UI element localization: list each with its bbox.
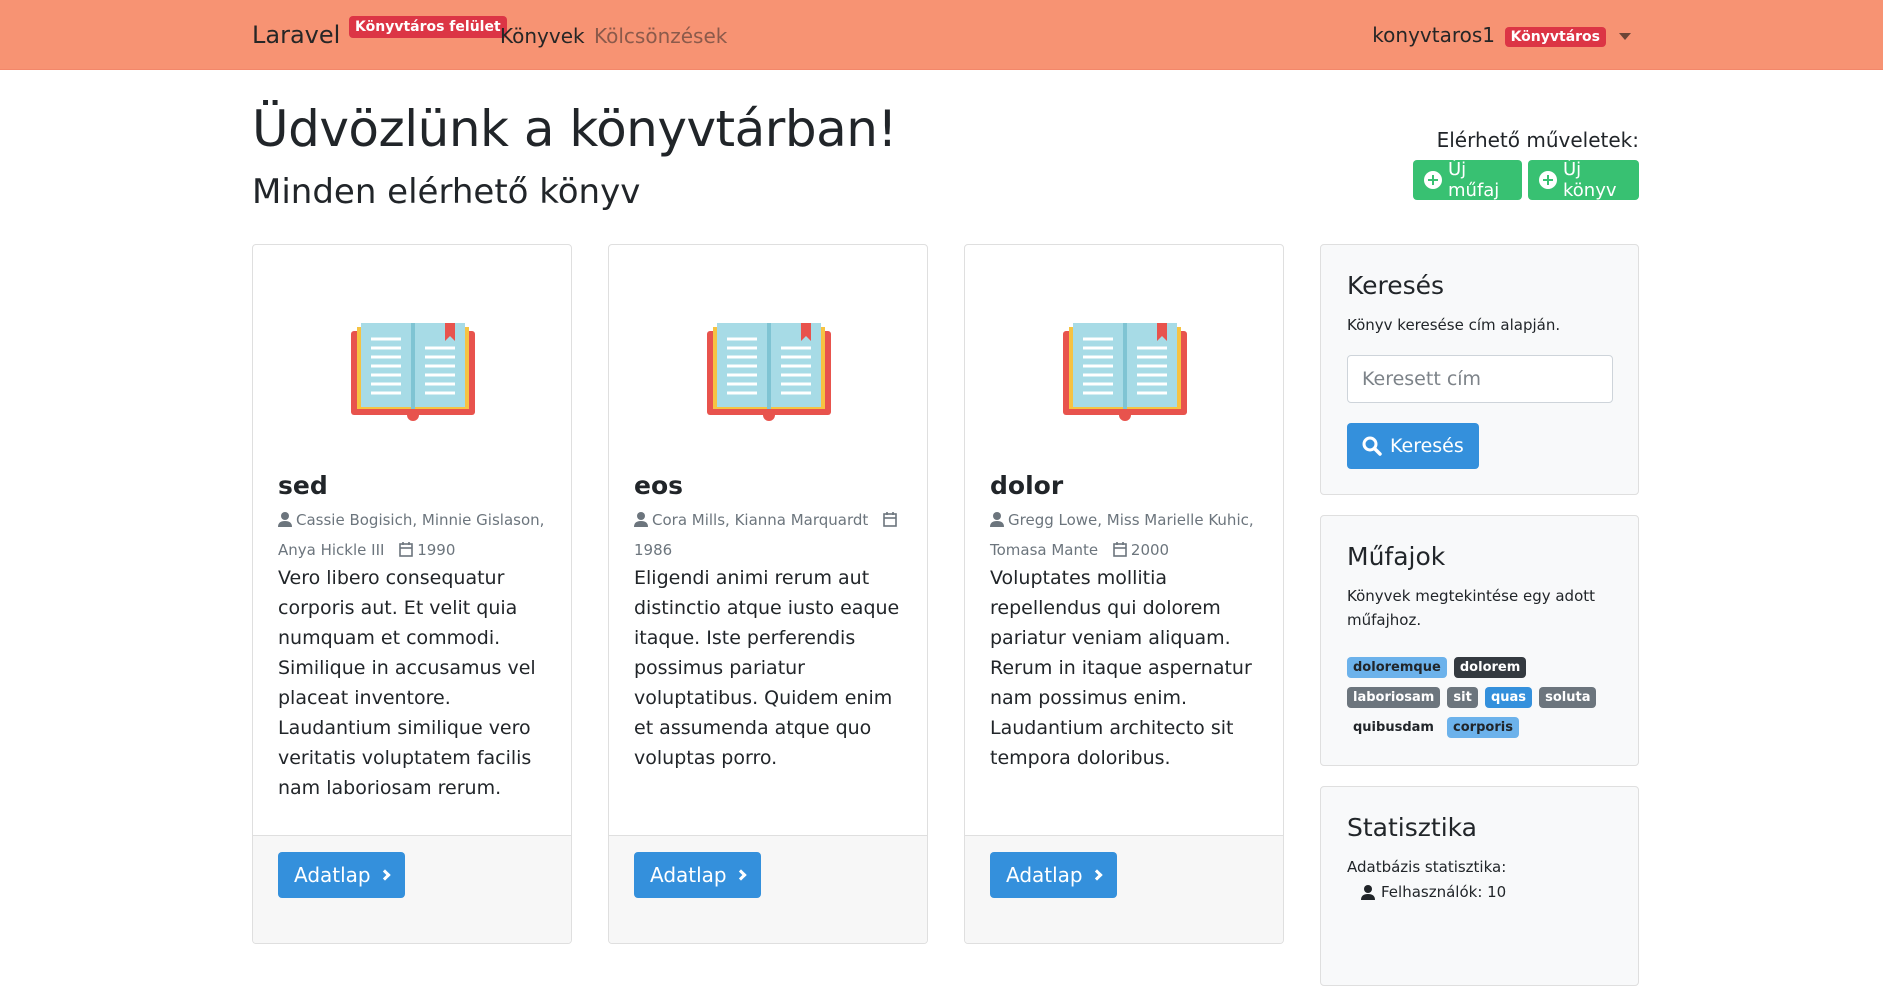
genres-description: Könyvek megtekintése egy adott műfajhoz. [1347,587,1596,629]
search-card: Keresés Könyv keresése cím alapján. Kere… [1320,244,1639,495]
page-subtitle: Minden elérhető könyv [252,172,641,212]
details-label: Adatlap [1006,863,1083,887]
chevron-right-icon [734,869,747,881]
details-label: Adatlap [294,863,371,887]
new-book-label: Új könyv [1563,159,1617,201]
open-book-icon [1063,323,1187,421]
stats-title: Statisztika [1347,813,1477,842]
search-title: Keresés [1347,271,1445,300]
calendar-icon [399,542,414,557]
book-description: Vero libero consequatur corporis aut. Et… [278,567,536,799]
genre-tag[interactable]: soluta [1539,687,1597,708]
book-description: Voluptates mollitia repellendus qui dolo… [990,567,1252,769]
plus-circle-icon [1424,171,1442,189]
actions-label: Elérhető műveletek: [1436,128,1639,152]
book-details-button[interactable]: Adatlap [278,852,405,898]
book-year: 1986 [634,541,673,559]
search-description: Könyv keresése cím alapján. [1347,316,1561,334]
book-card: dolor Gregg Lowe, Miss Marielle Kuhic, T… [964,244,1284,944]
genres-card: Műfajok Könyvek megtekintése egy adott m… [1320,515,1639,766]
new-genre-label: Új műfaj [1448,159,1500,201]
book-meta: Cora Mills, Kianna Marquardt 1986 [634,505,910,565]
card-footer: Adatlap [965,835,1283,943]
librarian-interface-badge: Könyvtáros felület [349,16,507,38]
nav-link-loans[interactable]: Kölcsönzések [594,24,727,48]
book-description: Eligendi animi rerum aut distinctio atqu… [634,567,900,769]
book-meta: Gregg Lowe, Miss Marielle Kuhic, Tomasa … [990,505,1266,565]
details-label: Adatlap [650,863,727,887]
search-button-label: Keresés [1390,435,1464,457]
genres-title: Műfajok [1347,542,1446,571]
user-icon [990,512,1004,527]
user-icon [278,512,292,527]
book-details-button[interactable]: Adatlap [990,852,1117,898]
book-title: dolor [990,471,1064,500]
plus-circle-icon [1539,171,1557,189]
genre-tag[interactable]: quas [1484,687,1533,708]
book-details-button[interactable]: Adatlap [634,852,761,898]
role-badge: Könyvtáros [1504,27,1606,47]
book-card: eos Cora Mills, Kianna Marquardt 1986 El… [608,244,928,944]
stat-users: Felhasználók: 10 [1361,883,1506,901]
page-title: Üdvözlünk a könyvtárban! [252,100,897,158]
book-authors: Cora Mills, Kianna Marquardt [652,511,869,529]
new-book-button[interactable]: Új könyv [1528,159,1639,201]
genre-tag-list: doloremque dolorem laboriosam sit quas s… [1347,656,1617,746]
card-footer: Adatlap [253,835,571,943]
genre-tag[interactable]: doloremque [1347,657,1447,678]
open-book-icon [707,323,831,421]
book-year: 1990 [417,541,456,559]
search-button[interactable]: Keresés [1347,423,1479,469]
open-book-icon [351,323,475,421]
stats-description: Adatbázis statisztika: [1347,858,1507,876]
nav-link-books[interactable]: Könyvek [500,24,585,48]
user-menu-toggle[interactable]: konyvtaros1 [1372,23,1495,47]
brand-link[interactable]: Laravel [252,21,340,49]
book-card: sed Cassie Bogisich, Minnie Gislason, An… [252,244,572,944]
stat-users-text: Felhasználók: 10 [1381,883,1507,901]
genre-tag[interactable]: dolorem [1453,657,1527,678]
book-meta: Cassie Bogisich, Minnie Gislason, Anya H… [278,505,554,565]
genre-tag[interactable]: sit [1447,687,1478,708]
search-icon [1362,436,1382,456]
caret-down-icon[interactable] [1619,33,1631,40]
genre-tag[interactable]: quibusdam [1347,717,1440,738]
stats-card: Statisztika Adatbázis statisztika: Felha… [1320,786,1639,986]
book-title: sed [278,471,328,500]
chevron-right-icon [1090,869,1103,881]
user-icon [1361,884,1375,900]
genre-tag[interactable]: laboriosam [1347,687,1441,708]
calendar-icon [883,512,897,527]
card-footer: Adatlap [609,835,927,943]
navbar-inner: Laravel Könyvtáros felület Könyvek Kölcs… [252,0,1639,70]
genre-tag[interactable]: corporis [1447,717,1519,738]
calendar-icon [1113,542,1127,557]
book-title: eos [634,471,684,500]
new-genre-button[interactable]: Új műfaj [1413,159,1522,201]
chevron-right-icon [378,869,391,881]
user-icon [634,512,648,527]
book-year: 2000 [1130,541,1170,559]
search-input[interactable] [1347,355,1613,403]
navbar: Laravel Könyvtáros felület Könyvek Kölcs… [0,0,1883,70]
